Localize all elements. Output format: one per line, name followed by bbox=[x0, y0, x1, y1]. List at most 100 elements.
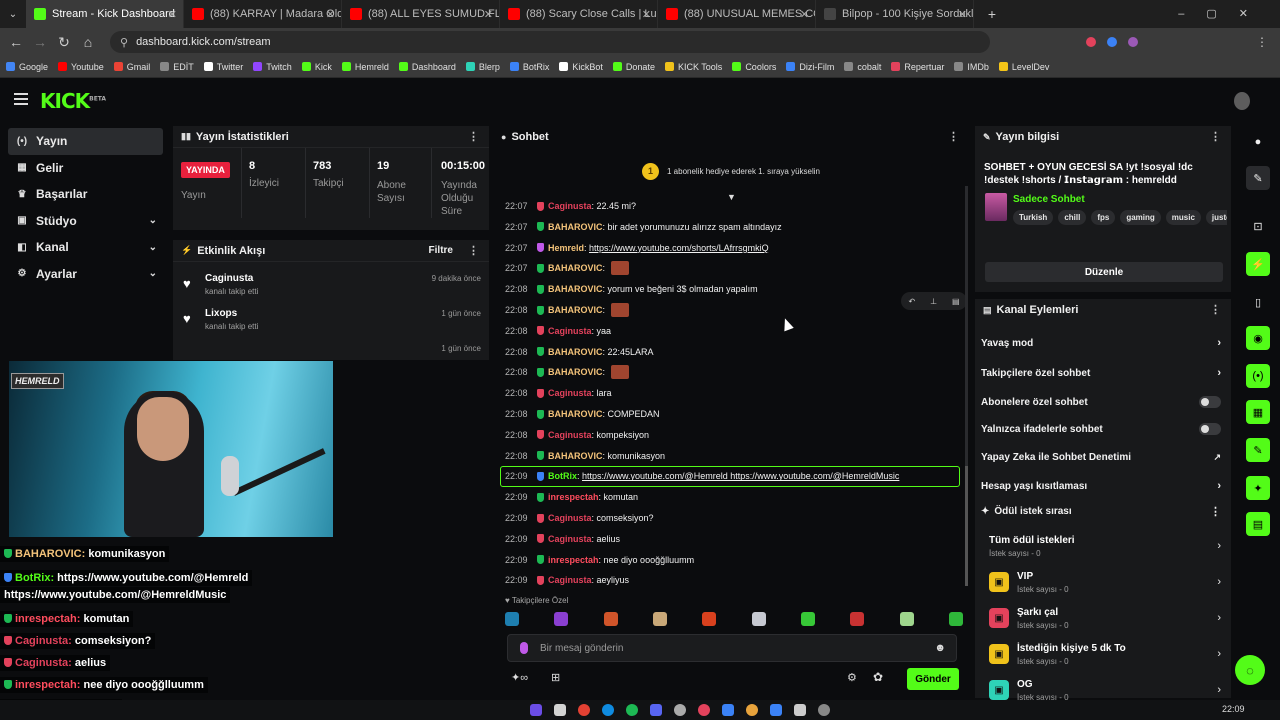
taskbar-app-icon[interactable] bbox=[722, 704, 734, 716]
sidebar-item-4[interactable]: ◧ Kanal ⌄ bbox=[8, 234, 163, 261]
channel-action-row[interactable]: Abonelere özel sohbet bbox=[981, 392, 1227, 412]
user-avatar[interactable] bbox=[1234, 92, 1250, 110]
chat-input[interactable] bbox=[540, 642, 935, 654]
bookmark-item[interactable]: Blerp bbox=[465, 62, 500, 72]
extension-icons[interactable] bbox=[1086, 37, 1138, 47]
message-user[interactable]: BAHAROVIC bbox=[548, 367, 603, 377]
stream-tag[interactable]: Turkish bbox=[1013, 210, 1054, 225]
emote[interactable] bbox=[505, 612, 519, 626]
edit-button[interactable]: Düzenle bbox=[985, 262, 1223, 282]
back-icon[interactable]: ← bbox=[4, 34, 28, 50]
document-icon[interactable]: ▯ bbox=[1246, 290, 1270, 314]
browser-tab[interactable]: (88) KARRAY | Madara Olduk #✕ bbox=[184, 0, 342, 28]
bookmark-item[interactable]: Dizi-Film bbox=[786, 62, 834, 72]
gift-icon[interactable]: ⊞ bbox=[551, 671, 560, 684]
stream-tag[interactable]: justc bbox=[1205, 210, 1227, 225]
chat-message[interactable]: 22:08 BAHAROVIC: bbox=[505, 362, 630, 382]
chat-message[interactable]: 22:08 BAHAROVIC: 22:45LARA bbox=[505, 342, 654, 362]
browser-tab[interactable]: Stream - Kick Dashboard ✕ bbox=[26, 0, 184, 28]
channel-action-row[interactable]: Yavaş mod › bbox=[981, 333, 1227, 353]
emoji-icon[interactable]: ☻ bbox=[934, 642, 946, 654]
rewards-more-icon[interactable]: ⋮ bbox=[1210, 505, 1221, 518]
bookmark-item[interactable]: EDİT bbox=[160, 62, 194, 72]
bookmark-item[interactable]: Hemreld bbox=[341, 62, 389, 72]
emote[interactable] bbox=[899, 612, 914, 626]
message-user[interactable]: Caginusta bbox=[548, 430, 592, 440]
filter-button[interactable]: Filtre bbox=[429, 245, 453, 256]
stream-info-more-icon[interactable]: ⋮ bbox=[1210, 130, 1221, 143]
message-user[interactable]: BAHAROVIC bbox=[548, 284, 603, 294]
mic-icon[interactable] bbox=[520, 642, 528, 654]
broadcast-tool-icon[interactable]: (•) bbox=[1246, 364, 1270, 388]
bookmark-item[interactable]: Twitch bbox=[253, 62, 292, 72]
chat-scrollbar[interactable] bbox=[965, 186, 968, 586]
lightning-icon[interactable]: ⚡ bbox=[1246, 252, 1270, 276]
delete-icon[interactable]: ▤ bbox=[952, 297, 960, 306]
browser-menu-icon[interactable]: ⋮ bbox=[1256, 35, 1268, 49]
message-link[interactable]: https://www.youtube.com/shorts/LAfrrsgmk… bbox=[589, 243, 769, 253]
chat-message[interactable]: 22:08 BAHAROVIC: bbox=[505, 300, 630, 320]
taskbar-app-icon[interactable] bbox=[530, 704, 542, 716]
activity-item[interactable]: ♥ Caginusta kanalı takip etti 9 dakika önce bbox=[173, 268, 489, 302]
message-user[interactable]: Caginusta bbox=[548, 201, 592, 211]
bookmark-item[interactable]: IMDb bbox=[954, 62, 989, 72]
chat-message[interactable]: 22:09 Caginusta: aeyliyus bbox=[505, 570, 629, 590]
bookmark-item[interactable]: Donate bbox=[612, 62, 655, 72]
info-icon[interactable]: ● bbox=[1246, 130, 1270, 154]
chat-message[interactable]: 22:08 Caginusta: yaa bbox=[505, 321, 611, 341]
bookmark-item[interactable]: KickBot bbox=[559, 62, 603, 72]
message-user[interactable]: Caginusta bbox=[548, 575, 592, 585]
send-button[interactable]: Gönder bbox=[907, 668, 959, 690]
home-icon[interactable]: ⌂ bbox=[76, 34, 100, 50]
channel-action-row[interactable]: Yalnızca ifadelerle sohbet bbox=[981, 419, 1227, 439]
reward-row[interactable]: ▣ İstediğin kişiye 5 dk To İstek sayısı - … bbox=[987, 641, 1225, 671]
settings-icon[interactable]: ⚙ bbox=[847, 671, 857, 684]
taskbar-app-icon[interactable] bbox=[698, 704, 710, 716]
tab-close-icon[interactable]: ✕ bbox=[642, 8, 651, 21]
channel-action-row[interactable]: Hesap yaşı kısıtlaması › bbox=[981, 476, 1227, 496]
sidebar-item-5[interactable]: ⚙ Ayarlar ⌄ bbox=[8, 261, 163, 288]
bookmark-item[interactable]: Repertuar bbox=[891, 62, 944, 72]
message-user[interactable]: Caginusta bbox=[548, 513, 592, 523]
taskbar-app-icon[interactable] bbox=[554, 704, 566, 716]
url-field[interactable]: ⚲ dashboard.kick.com/stream bbox=[110, 31, 990, 53]
chat-message[interactable]: 22:08 Caginusta: lara bbox=[505, 383, 612, 403]
bookmark-item[interactable]: Twitter bbox=[203, 62, 243, 72]
bookmark-item[interactable]: Coolors bbox=[732, 62, 776, 72]
film-icon[interactable]: ▤ bbox=[1246, 512, 1270, 536]
channel-actions-more-icon[interactable]: ⋮ bbox=[1210, 303, 1221, 316]
chat-message[interactable]: 22:07 Hemreld: https://www.youtube.com/sh… bbox=[505, 238, 769, 258]
chat-message[interactable]: 22:09 Caginusta: comseksiyon? bbox=[505, 508, 654, 528]
message-user[interactable]: inrespectah bbox=[548, 492, 599, 502]
discord-icon[interactable] bbox=[650, 704, 662, 716]
message-user[interactable]: Caginusta bbox=[548, 388, 592, 398]
chat-message[interactable]: 22:09 Caginusta: aelius bbox=[505, 529, 620, 549]
edge-icon[interactable] bbox=[602, 704, 614, 716]
chat-bubble-icon[interactable]: ◉ bbox=[1246, 326, 1270, 350]
sidebar-item-1[interactable]: ▦ Gelir bbox=[8, 155, 163, 182]
message-user[interactable]: BAHAROVIC bbox=[548, 451, 603, 461]
bookmark-item[interactable]: Kick bbox=[301, 62, 332, 72]
reply-icon[interactable]: ↶ bbox=[908, 297, 915, 306]
bookmark-item[interactable]: Gmail bbox=[113, 62, 150, 72]
stream-tag[interactable]: music bbox=[1165, 210, 1201, 225]
bookmark-item[interactable]: Dashboard bbox=[398, 62, 456, 72]
rewards-icon[interactable]: ✦∞ bbox=[511, 671, 528, 684]
channel-action-row[interactable]: Takipçilere özel sohbet › bbox=[981, 363, 1227, 383]
browser-tab[interactable]: Bilpop - 100 Kişiye Sordukl ✕ bbox=[816, 0, 974, 28]
chat-more-icon[interactable]: ⋮ bbox=[948, 130, 959, 143]
taskbar-app-icon[interactable] bbox=[674, 704, 686, 716]
browser-tab[interactable]: (88) UNUSUAL MEMES COMPI✕ bbox=[658, 0, 816, 28]
message-link[interactable]: https://www.youtube.com/@Hemreld https:/… bbox=[582, 471, 899, 481]
category-name[interactable]: Sadece Sohbet bbox=[1013, 194, 1085, 205]
emote[interactable] bbox=[948, 612, 963, 626]
sub-gift-banner[interactable]: 1 1 abonelik hediye ederek 1. sıraya yük… bbox=[493, 156, 969, 186]
chat-message[interactable]: 22:09 inrespectah: nee diyo oooğğlluumm bbox=[505, 550, 694, 570]
message-user[interactable]: Caginusta bbox=[548, 326, 592, 336]
stream-tag[interactable]: fps bbox=[1091, 210, 1116, 225]
activity-more-icon[interactable]: ⋮ bbox=[468, 244, 479, 257]
tab-close-icon[interactable]: ✕ bbox=[168, 8, 177, 21]
chat-message[interactable]: 22:08 Caginusta: kompeksiyon bbox=[505, 425, 649, 445]
reward-row[interactable]: ▣ Şarkı çal İstek sayısı - 0 › bbox=[987, 605, 1225, 635]
tab-close-icon[interactable]: ✕ bbox=[800, 8, 809, 21]
